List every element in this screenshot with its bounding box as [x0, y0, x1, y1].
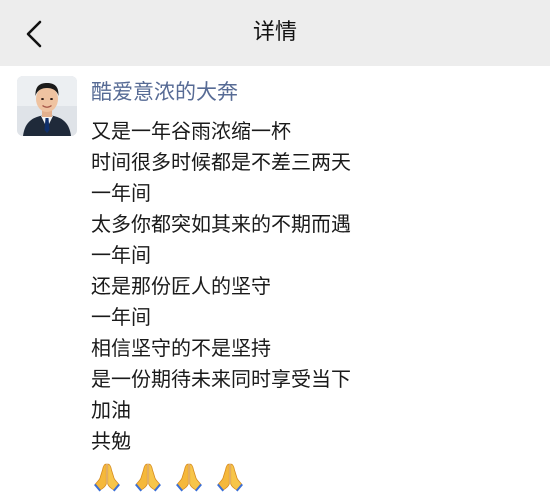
emoji-row: [91, 461, 531, 493]
avatar-photo: [17, 76, 77, 136]
avatar[interactable]: [17, 76, 77, 136]
post-text-line: 是一份期待未来同时享受当下: [91, 367, 351, 391]
navigation-bar: 详情: [0, 0, 550, 66]
post-text-line: 又是一年谷雨浓缩一杯: [91, 119, 291, 143]
post-text-line: 一年间: [91, 181, 151, 205]
post-text-line: 还是那份匠人的坚守: [91, 274, 271, 298]
folded-hands-emoji-icon: [217, 463, 243, 492]
folded-hands-emoji-icon: [94, 463, 120, 492]
post-text-line: 时间很多时候都是不差三两天: [91, 150, 351, 174]
post-text-line: 共勉: [91, 429, 131, 453]
post-text-line: 一年间: [91, 243, 151, 267]
post-content: 又是一年谷雨浓缩一杯 时间很多时候都是不差三两天 一年间 太多你都突如其来的不期…: [91, 116, 531, 493]
page-title: 详情: [252, 20, 297, 45]
post-text-line: 太多你都突如其来的不期而遇: [91, 212, 351, 236]
moment-post: 酷爱意浓的大奔 又是一年谷雨浓缩一杯 时间很多时候都是不差三两天 一年间 太多你…: [0, 66, 550, 492]
author-name-link[interactable]: 酷爱意浓的大奔: [91, 78, 238, 106]
post-text-line: 一年间: [91, 305, 151, 329]
folded-hands-emoji-icon: [135, 463, 161, 492]
folded-hands-emoji-icon: [176, 463, 202, 492]
post-text-line: 加油: [91, 398, 131, 422]
post-text-line: 相信坚守的不是坚持: [91, 336, 271, 360]
